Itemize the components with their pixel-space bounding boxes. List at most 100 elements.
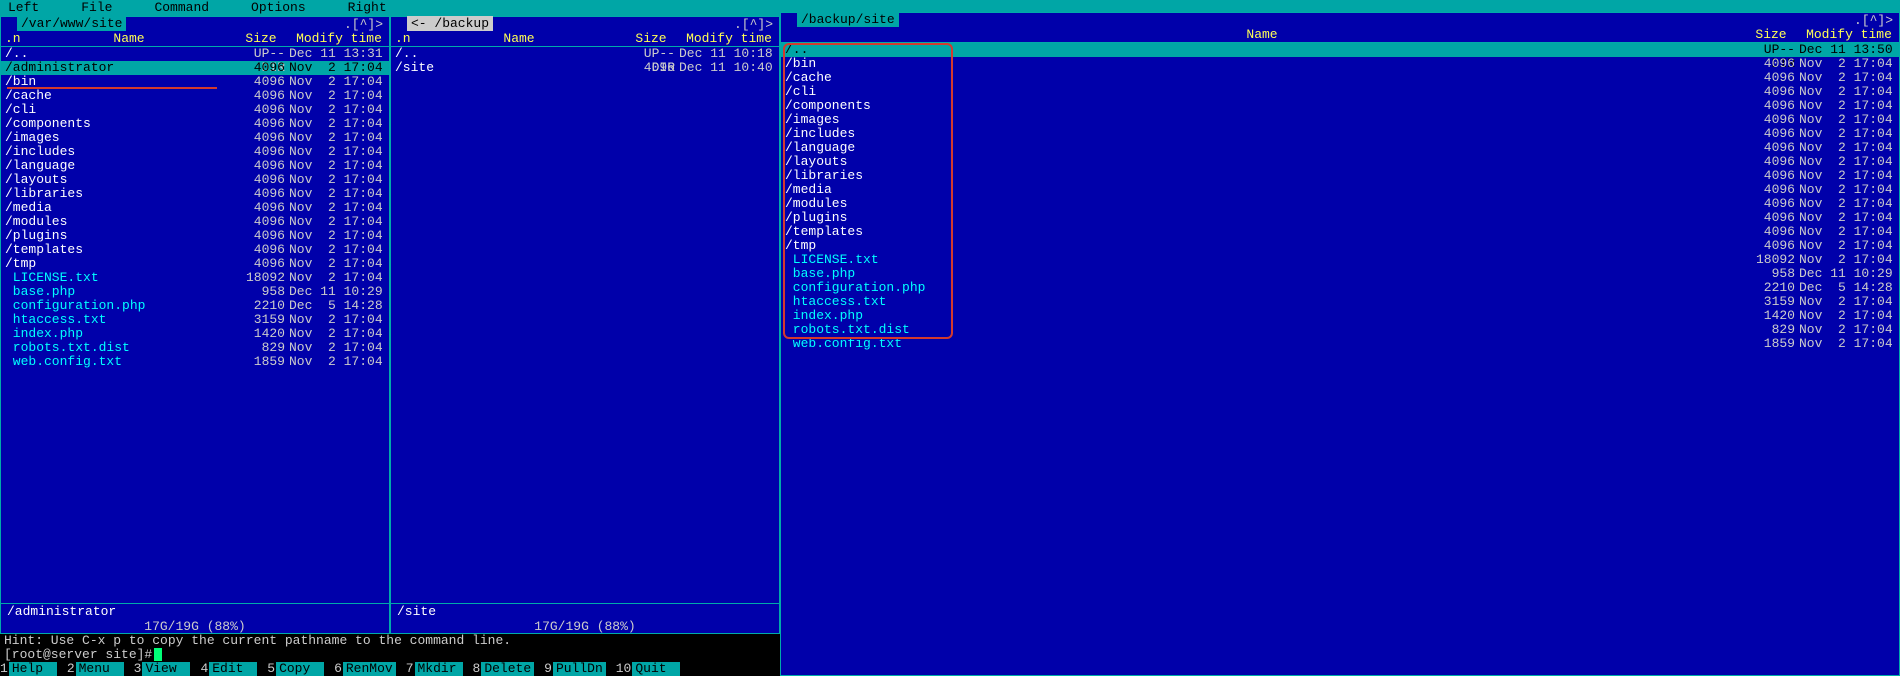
file-entry[interactable]: configuration.php2210Dec 5 14:28	[781, 281, 1899, 295]
fkey-view[interactable]: 3View	[134, 662, 191, 676]
menu-command[interactable]: Command	[154, 0, 209, 16]
header-name[interactable]: Name	[415, 31, 623, 46]
file-entry[interactable]: LICENSE.txt18092Nov 2 17:04	[781, 253, 1899, 267]
fkey-renmov[interactable]: 6RenMov	[334, 662, 396, 676]
dir-entry[interactable]: /libraries4096Nov 2 17:04	[1, 187, 389, 201]
dir-entry[interactable]: /media4096Nov 2 17:04	[781, 183, 1899, 197]
fkey-mkdir[interactable]: 7Mkdir	[406, 662, 463, 676]
dir-entry[interactable]: /plugins4096Nov 2 17:04	[1, 229, 389, 243]
file-entry[interactable]: configuration.php2210Dec 5 14:28	[1, 299, 389, 313]
file-list[interactable]: /..UP--DIRDec 11 13:50/bin4096Nov 2 17:0…	[781, 43, 1899, 675]
file-entry[interactable]: web.config.txt1859Nov 2 17:04	[781, 337, 1899, 351]
dir-entry[interactable]: /layouts4096Nov 2 17:04	[781, 155, 1899, 169]
dir-entry[interactable]: /includes4096Nov 2 17:04	[781, 127, 1899, 141]
dir-entry[interactable]: /language4096Nov 2 17:04	[781, 141, 1899, 155]
file-entry[interactable]: robots.txt.dist829Nov 2 17:04	[1, 341, 389, 355]
menu-right[interactable]: Right	[348, 0, 387, 16]
dir-entry[interactable]: /modules4096Nov 2 17:04	[1, 215, 389, 229]
entry-name: LICENSE.txt	[781, 253, 1743, 267]
file-entry[interactable]: index.php1420Nov 2 17:04	[781, 309, 1899, 323]
entry-name: /images	[781, 113, 1743, 127]
menubar-right[interactable]	[780, 0, 1900, 12]
file-entry[interactable]: robots.txt.dist829Nov 2 17:04	[781, 323, 1899, 337]
menu-options[interactable]: Options	[251, 0, 306, 16]
dir-entry[interactable]: /cli4096Nov 2 17:04	[781, 85, 1899, 99]
header-mtime[interactable]: Modify time	[679, 31, 779, 46]
dir-entry[interactable]: /cache4096Nov 2 17:04	[1, 89, 389, 103]
header-mtime[interactable]: Modify time	[289, 31, 389, 46]
dir-entry[interactable]: /libraries4096Nov 2 17:04	[781, 169, 1899, 183]
menu-left[interactable]: Left	[8, 0, 39, 16]
fkey-quit[interactable]: 10Quit	[616, 662, 681, 676]
file-entry[interactable]: htaccess.txt3159Nov 2 17:04	[781, 295, 1899, 309]
command-prompt[interactable]: [root@server site]#	[0, 648, 780, 662]
dir-entry[interactable]: /bin4096Nov 2 17:04	[781, 57, 1899, 71]
entry-mtime: Nov 2 17:04	[1799, 225, 1899, 239]
dir-entry[interactable]: /templates4096Nov 2 17:04	[1, 243, 389, 257]
dir-entry[interactable]: /includes4096Nov 2 17:04	[1, 145, 389, 159]
dir-entry[interactable]: /templates4096Nov 2 17:04	[781, 225, 1899, 239]
dir-entry[interactable]: /language4096Nov 2 17:04	[1, 159, 389, 173]
fkey-menu[interactable]: 2Menu	[67, 662, 124, 676]
entry-mtime: Dec 11 13:31	[289, 47, 389, 61]
entry-mtime: Dec 11 13:50	[1799, 43, 1899, 57]
dir-entry[interactable]: /images4096Nov 2 17:04	[1, 131, 389, 145]
entry-name: /modules	[1, 215, 233, 229]
dir-entry[interactable]: /media4096Nov 2 17:04	[1, 201, 389, 215]
left-panel[interactable]: /var/www/site .[^]> .n Name Size Modify …	[0, 16, 390, 634]
file-entry[interactable]: htaccess.txt3159Nov 2 17:04	[1, 313, 389, 327]
file-entry[interactable]: LICENSE.txt18092Nov 2 17:04	[1, 271, 389, 285]
entry-size: UP--DIR	[1743, 43, 1799, 57]
panel-path[interactable]: <- /backup	[407, 16, 493, 31]
entry-name: index.php	[1, 327, 233, 341]
dir-entry[interactable]: /..UP--DIRDec 11 10:18	[391, 47, 779, 61]
file-entry[interactable]: base.php958Dec 11 10:29	[1, 285, 389, 299]
dir-entry[interactable]: /components4096Nov 2 17:04	[1, 117, 389, 131]
fkey-edit[interactable]: 4Edit	[200, 662, 257, 676]
header-mtime[interactable]: Modify time	[1799, 27, 1899, 42]
entry-size: 4096	[1743, 211, 1799, 225]
dir-entry[interactable]: /administrator4096Nov 2 17:04	[1, 61, 389, 75]
dir-entry[interactable]: /..UP--DIRDec 11 13:50	[781, 43, 1899, 57]
dir-entry[interactable]: /components4096Nov 2 17:04	[781, 99, 1899, 113]
menubar[interactable]: Left File Command Options Right	[0, 0, 780, 16]
entry-mtime: Nov 2 17:04	[1799, 169, 1899, 183]
header-size[interactable]: Size	[233, 31, 289, 46]
fkey-help[interactable]: 1Help	[0, 662, 57, 676]
panel-path[interactable]: /var/www/site	[17, 16, 126, 31]
header-size[interactable]: Size	[623, 31, 679, 46]
dir-entry[interactable]: /cli4096Nov 2 17:04	[1, 103, 389, 117]
dir-entry[interactable]: /cache4096Nov 2 17:04	[781, 71, 1899, 85]
mc-instance-right: /backup/site .[^]> Name Size Modify time…	[780, 0, 1900, 676]
header-size[interactable]: Size	[1743, 27, 1799, 42]
header-name[interactable]: Name	[781, 27, 1743, 42]
fkey-copy[interactable]: 5Copy	[267, 662, 324, 676]
file-entry[interactable]: base.php958Dec 11 10:29	[781, 267, 1899, 281]
panel-path[interactable]: /backup/site	[797, 12, 899, 27]
fkey-label: Quit	[632, 662, 680, 676]
entry-size: 4096	[1743, 127, 1799, 141]
file-list[interactable]: /..UP--DIRDec 11 13:31/administrator4096…	[1, 47, 389, 603]
menu-file[interactable]: File	[81, 0, 112, 16]
dir-entry[interactable]: /plugins4096Nov 2 17:04	[781, 211, 1899, 225]
file-entry[interactable]: index.php1420Nov 2 17:04	[1, 327, 389, 341]
right-panel[interactable]: <- /backup .[^]> .n Name Size Modify tim…	[390, 16, 780, 634]
dir-entry[interactable]: /tmp4096Nov 2 17:04	[1, 257, 389, 271]
dir-entry[interactable]: /modules4096Nov 2 17:04	[781, 197, 1899, 211]
dir-entry[interactable]: /layouts4096Nov 2 17:04	[1, 173, 389, 187]
fkey-pulldn[interactable]: 9PullDn	[544, 662, 606, 676]
fkey-label: Mkdir	[415, 662, 463, 676]
file-list[interactable]: /..UP--DIRDec 11 10:18/site4096Dec 11 10…	[391, 47, 779, 603]
entry-name: index.php	[781, 309, 1743, 323]
fkey-delete[interactable]: 8Delete	[473, 662, 535, 676]
dir-entry[interactable]: /site4096Dec 11 10:40	[391, 61, 779, 75]
entry-mtime: Nov 2 17:04	[1799, 197, 1899, 211]
dir-entry[interactable]: /images4096Nov 2 17:04	[781, 113, 1899, 127]
dir-entry[interactable]: /..UP--DIRDec 11 13:31	[1, 47, 389, 61]
entry-mtime: Nov 2 17:04	[1799, 183, 1899, 197]
header-name[interactable]: Name	[25, 31, 233, 46]
entry-mtime: Nov 2 17:04	[289, 61, 389, 75]
file-entry[interactable]: web.config.txt1859Nov 2 17:04	[1, 355, 389, 369]
right-panel-backup[interactable]: /backup/site .[^]> Name Size Modify time…	[780, 12, 1900, 676]
dir-entry[interactable]: /tmp4096Nov 2 17:04	[781, 239, 1899, 253]
